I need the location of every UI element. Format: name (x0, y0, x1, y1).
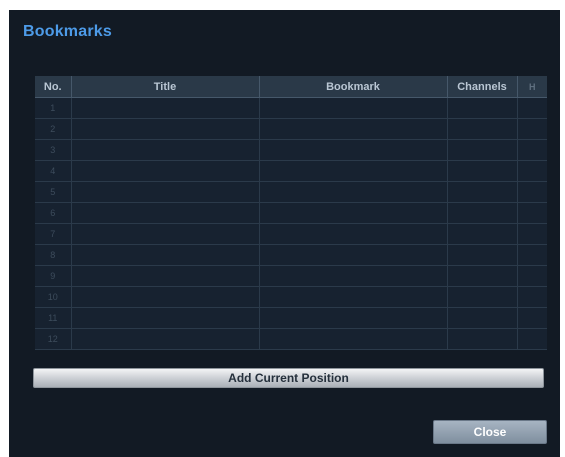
table-row[interactable]: 12 (35, 328, 547, 350)
row-channels-cell[interactable] (447, 139, 518, 161)
row-bookmark-cell[interactable] (259, 97, 448, 119)
row-bookmark-cell[interactable] (259, 160, 448, 182)
row-title-cell[interactable] (71, 286, 260, 308)
row-title-cell[interactable] (71, 118, 260, 140)
row-bookmark-cell[interactable] (259, 244, 448, 266)
table-header-row: No. Title Bookmark Channels H (35, 76, 547, 98)
row-hide-cell[interactable] (517, 181, 547, 203)
row-number: 11 (35, 307, 72, 329)
table-row[interactable]: 2 (35, 118, 547, 140)
table-row[interactable]: 5 (35, 181, 547, 203)
row-number: 6 (35, 202, 72, 224)
row-number: 5 (35, 181, 72, 203)
row-number: 8 (35, 244, 72, 266)
row-channels-cell[interactable] (447, 328, 518, 350)
row-title-cell[interactable] (71, 202, 260, 224)
table-row[interactable]: 4 (35, 160, 547, 182)
row-hide-cell[interactable] (517, 286, 547, 308)
row-hide-cell[interactable] (517, 118, 547, 140)
table-row[interactable]: 11 (35, 307, 547, 329)
row-channels-cell[interactable] (447, 244, 518, 266)
row-bookmark-cell[interactable] (259, 223, 448, 245)
row-bookmark-cell[interactable] (259, 181, 448, 203)
row-bookmark-cell[interactable] (259, 202, 448, 224)
column-header-title[interactable]: Title (71, 76, 260, 98)
row-title-cell[interactable] (71, 307, 260, 329)
table-row[interactable]: 1 (35, 97, 547, 119)
row-number: 2 (35, 118, 72, 140)
column-header-channels[interactable]: Channels (447, 76, 518, 98)
row-channels-cell[interactable] (447, 160, 518, 182)
column-header-hide[interactable]: H (517, 76, 547, 98)
row-channels-cell[interactable] (447, 181, 518, 203)
row-channels-cell[interactable] (447, 118, 518, 140)
row-channels-cell[interactable] (447, 265, 518, 287)
row-title-cell[interactable] (71, 328, 260, 350)
row-hide-cell[interactable] (517, 223, 547, 245)
bookmarks-dialog: Bookmarks No. Title Bookmark Channels H … (9, 10, 560, 457)
row-number: 1 (35, 97, 72, 119)
row-number: 7 (35, 223, 72, 245)
table-row[interactable]: 3 (35, 139, 547, 161)
row-channels-cell[interactable] (447, 202, 518, 224)
row-hide-cell[interactable] (517, 265, 547, 287)
row-title-cell[interactable] (71, 97, 260, 119)
row-number: 10 (35, 286, 72, 308)
row-channels-cell[interactable] (447, 97, 518, 119)
row-hide-cell[interactable] (517, 160, 547, 182)
row-channels-cell[interactable] (447, 286, 518, 308)
row-bookmark-cell[interactable] (259, 265, 448, 287)
row-number: 4 (35, 160, 72, 182)
row-bookmark-cell[interactable] (259, 328, 448, 350)
dialog-title: Bookmarks (23, 23, 112, 40)
add-current-position-button[interactable]: Add Current Position (33, 368, 544, 388)
row-number: 3 (35, 139, 72, 161)
row-bookmark-cell[interactable] (259, 118, 448, 140)
table-row[interactable]: 7 (35, 223, 547, 245)
row-bookmark-cell[interactable] (259, 286, 448, 308)
row-bookmark-cell[interactable] (259, 139, 448, 161)
row-title-cell[interactable] (71, 265, 260, 287)
close-button[interactable]: Close (433, 420, 547, 444)
row-title-cell[interactable] (71, 181, 260, 203)
row-channels-cell[interactable] (447, 223, 518, 245)
column-header-no[interactable]: No. (35, 76, 72, 98)
row-hide-cell[interactable] (517, 307, 547, 329)
row-hide-cell[interactable] (517, 202, 547, 224)
row-channels-cell[interactable] (447, 307, 518, 329)
row-hide-cell[interactable] (517, 328, 547, 350)
table-body: 1 2 3 4 5 6 7 8 9 10 11 12 (35, 97, 547, 350)
table-row[interactable]: 9 (35, 265, 547, 287)
row-hide-cell[interactable] (517, 97, 547, 119)
column-header-bookmark[interactable]: Bookmark (259, 76, 448, 98)
row-hide-cell[interactable] (517, 244, 547, 266)
row-bookmark-cell[interactable] (259, 307, 448, 329)
table-row[interactable]: 6 (35, 202, 547, 224)
row-title-cell[interactable] (71, 244, 260, 266)
row-title-cell[interactable] (71, 160, 260, 182)
row-title-cell[interactable] (71, 139, 260, 161)
table-row[interactable]: 8 (35, 244, 547, 266)
row-hide-cell[interactable] (517, 139, 547, 161)
bookmarks-table: No. Title Bookmark Channels H 1234567891… (35, 76, 547, 350)
row-number: 9 (35, 265, 72, 287)
row-title-cell[interactable] (71, 223, 260, 245)
table-row[interactable]: 10 (35, 286, 547, 308)
row-number: 12 (35, 328, 72, 350)
